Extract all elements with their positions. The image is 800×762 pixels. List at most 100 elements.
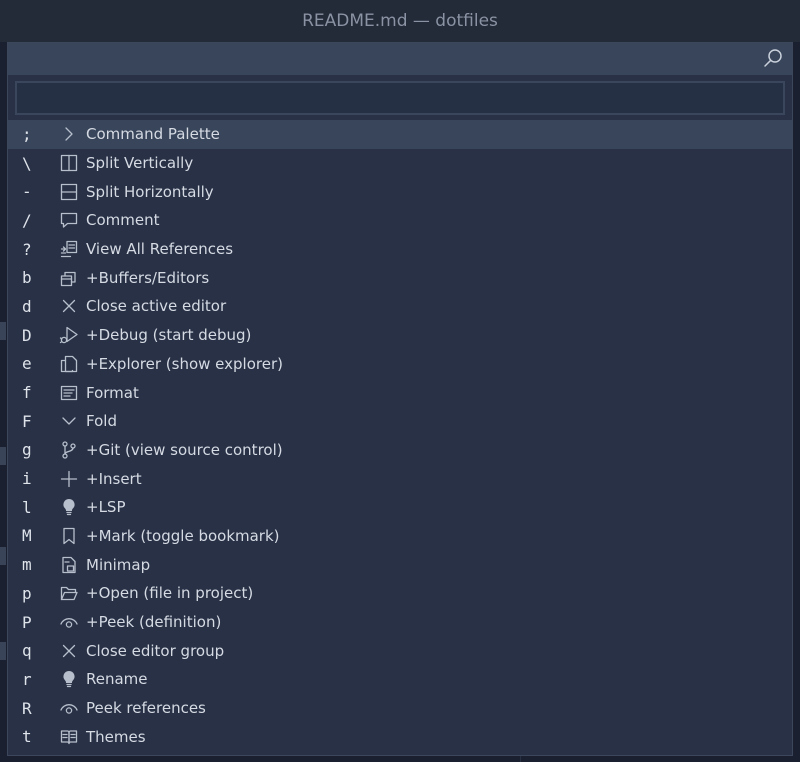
- list-item[interactable]: \ Split Vertically: [8, 149, 792, 178]
- input-wrapper: [8, 75, 792, 120]
- list-item[interactable]: t Themes: [8, 722, 792, 751]
- git-branch-icon: [56, 439, 82, 461]
- item-key: M: [22, 526, 32, 546]
- title-bar: README.md — dotfiles: [0, 0, 800, 42]
- window-title: README.md — dotfiles: [302, 11, 498, 31]
- editor-fragment: [0, 447, 6, 465]
- item-key: f: [22, 383, 32, 403]
- item-key: ;: [22, 124, 32, 144]
- item-key: q: [22, 641, 32, 661]
- item-label: Fold: [86, 412, 117, 431]
- item-key: R: [22, 698, 32, 718]
- chevron-down-icon: [56, 410, 82, 432]
- item-label: +Open (file in project): [86, 584, 254, 603]
- item-key: i: [22, 469, 32, 489]
- list-item[interactable]: r Rename: [8, 665, 792, 694]
- list-item[interactable]: - Split Horizontally: [8, 177, 792, 206]
- files-icon: [56, 353, 82, 375]
- split-vertical-icon: [56, 152, 82, 174]
- list-item[interactable]: F Fold: [8, 407, 792, 436]
- item-label: Split Vertically: [86, 154, 194, 173]
- item-label: +Explorer (show explorer): [86, 354, 283, 373]
- item-key: P: [22, 612, 32, 632]
- item-label: +LSP: [86, 498, 126, 517]
- minimap-icon: [56, 554, 82, 576]
- list-item[interactable]: d Close active editor: [8, 292, 792, 321]
- list-item[interactable]: g +Git (view source control): [8, 436, 792, 465]
- lightbulb-icon: [56, 496, 82, 518]
- item-label: +Git (view source control): [86, 440, 283, 459]
- lightbulb-icon: [56, 668, 82, 690]
- list-item[interactable]: p +Open (file in project): [8, 579, 792, 608]
- quick-pick-header: [8, 43, 792, 75]
- item-label: +Debug (start debug): [86, 326, 252, 345]
- book-icon: [56, 726, 82, 748]
- item-key: t: [22, 727, 32, 747]
- bookmark-icon: [56, 525, 82, 547]
- close-icon: [56, 295, 82, 317]
- folder-open-icon: [56, 582, 82, 604]
- editor-fragment: [0, 642, 6, 660]
- buffers-icon: [56, 267, 82, 289]
- quick-pick-panel: ; Command Palette \ Split Vertically - Split …: [7, 42, 793, 756]
- item-label: +Insert: [86, 469, 142, 488]
- eye-icon: [56, 611, 82, 633]
- item-key: b: [22, 268, 32, 288]
- item-label: Split Horizontally: [86, 182, 214, 201]
- editor-fragment: [0, 547, 6, 565]
- item-label: Rename: [86, 670, 148, 689]
- item-label: Close editor group: [86, 641, 225, 660]
- item-label: Format: [86, 383, 139, 402]
- item-key: d: [22, 296, 32, 316]
- list-item[interactable]: ; Command Palette: [8, 120, 792, 149]
- item-key: g: [22, 440, 32, 460]
- eye-icon: [56, 697, 82, 719]
- close-icon: [56, 640, 82, 662]
- item-label: +Mark (toggle bookmark): [86, 526, 280, 545]
- item-key: ?: [22, 239, 32, 259]
- item-key: F: [22, 411, 32, 431]
- item-key: \: [22, 153, 32, 173]
- item-key: -: [22, 182, 32, 202]
- comment-icon: [56, 209, 82, 231]
- chevron-right-icon: [56, 123, 82, 145]
- item-label: Command Palette: [86, 125, 220, 144]
- debug-icon: [56, 324, 82, 346]
- list-item[interactable]: b +Buffers/Editors: [8, 263, 792, 292]
- item-key: /: [22, 210, 32, 230]
- item-key: e: [22, 354, 32, 374]
- list-item[interactable]: D +Debug (start debug): [8, 321, 792, 350]
- item-key: p: [22, 583, 32, 603]
- item-label: View All References: [86, 240, 234, 259]
- list-item[interactable]: R Peek references: [8, 694, 792, 723]
- editor-fragment: [0, 322, 6, 340]
- item-key: D: [22, 325, 32, 345]
- list-item[interactable]: f Format: [8, 378, 792, 407]
- format-icon: [56, 382, 82, 404]
- list-item[interactable]: P +Peek (definition): [8, 608, 792, 637]
- item-label: Comment: [86, 211, 160, 230]
- list-item[interactable]: m Minimap: [8, 550, 792, 579]
- item-key: l: [22, 497, 32, 517]
- list-item[interactable]: l +LSP: [8, 493, 792, 522]
- list-item[interactable]: M +Mark (toggle bookmark): [8, 522, 792, 551]
- item-label: Minimap: [86, 555, 151, 574]
- plus-icon: [56, 468, 82, 490]
- split-horizontal-icon: [56, 181, 82, 203]
- list-item[interactable]: / Comment: [8, 206, 792, 235]
- quick-pick-input[interactable]: [15, 81, 785, 115]
- list-item[interactable]: i +Insert: [8, 464, 792, 493]
- references-icon: [56, 238, 82, 260]
- list-item[interactable]: q Close editor group: [8, 636, 792, 665]
- quick-pick-list: ; Command Palette \ Split Vertically - Split …: [8, 120, 792, 751]
- list-item[interactable]: ? View All References: [8, 235, 792, 264]
- item-label: +Peek (definition): [86, 613, 222, 632]
- item-key: r: [22, 669, 32, 689]
- item-label: Themes: [86, 727, 146, 746]
- item-label: +Buffers/Editors: [86, 268, 210, 287]
- item-label: Peek references: [86, 699, 206, 718]
- item-label: Close active editor: [86, 297, 227, 316]
- item-key: m: [22, 555, 32, 575]
- search-icon[interactable]: [762, 47, 784, 69]
- list-item[interactable]: e +Explorer (show explorer): [8, 350, 792, 379]
